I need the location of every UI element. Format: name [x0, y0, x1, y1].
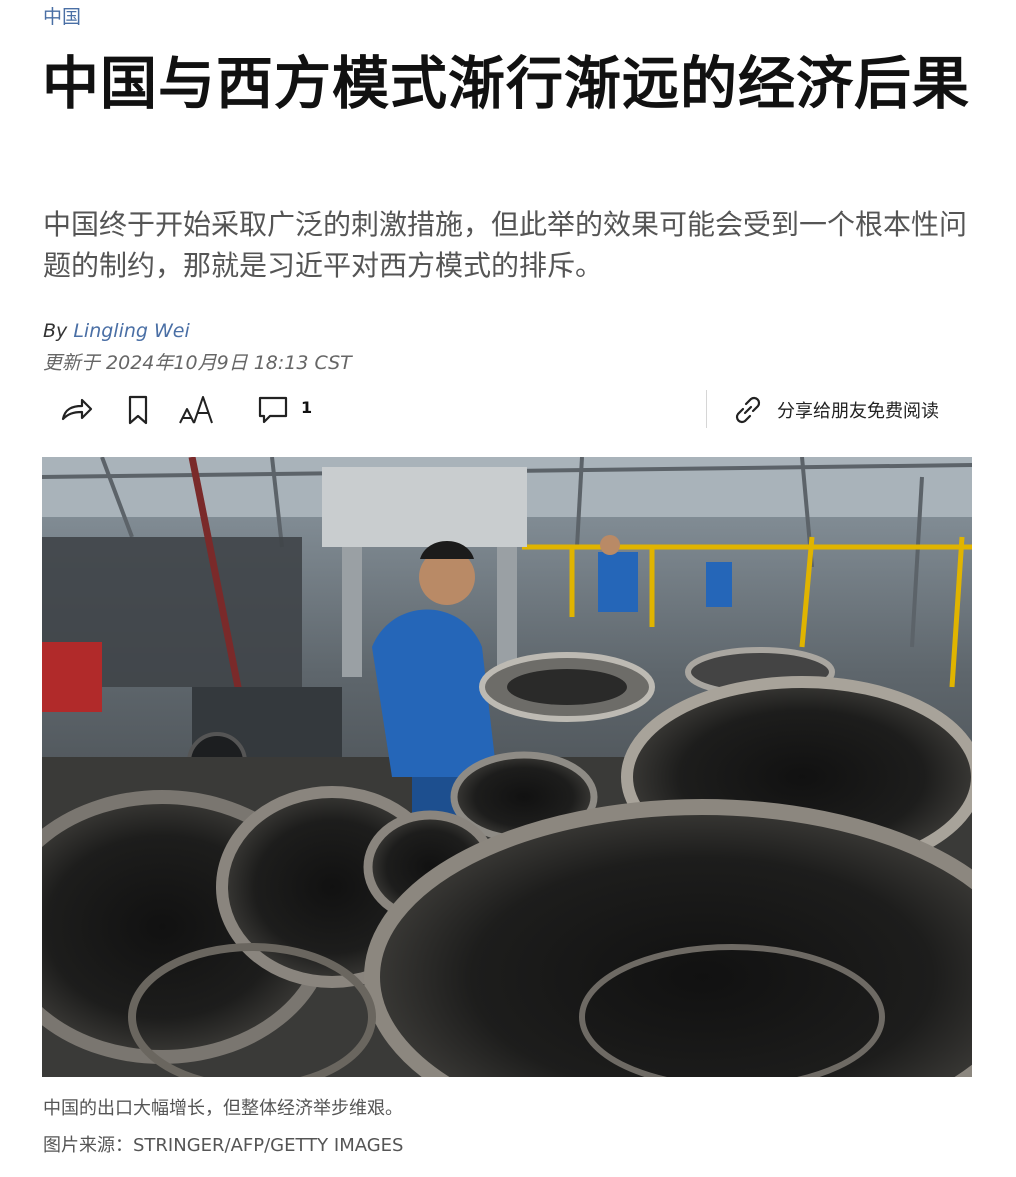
gift-article-button[interactable]: 分享给朋友免费阅读	[731, 390, 939, 430]
article-dek: 中国终于开始采取广泛的刺激措施，但此举的效果可能会受到一个根本性问题的制约，那就…	[43, 208, 968, 282]
image-credit: 图片来源：STRINGER/AFP/GETTY IMAGES	[43, 1135, 404, 1156]
article-page: 中国 中国与西方模式渐行渐远的经济后果 中国终于开始采取广泛的刺激措施，但此举的…	[0, 0, 1016, 1177]
headline: 中国与西方模式渐行渐远的经济后果	[42, 51, 970, 117]
section-link[interactable]: 中国	[43, 2, 81, 29]
byline-prefix: By	[43, 320, 68, 342]
timestamp: 更新于 2024年10月9日 18:13 CST	[43, 352, 352, 374]
gift-article-label: 分享给朋友免费阅读	[777, 401, 939, 422]
comment-bubble-icon[interactable]	[253, 390, 293, 430]
toolbar-divider	[706, 390, 707, 428]
article-toolbar: 1 分享给朋友免费阅读	[43, 386, 973, 432]
hero-image	[42, 457, 972, 1077]
comment-count[interactable]: 1	[301, 398, 312, 417]
bookmark-icon[interactable]	[118, 390, 158, 430]
share-arrow-icon[interactable]	[57, 390, 97, 430]
factory-photo	[42, 457, 972, 1077]
link-icon	[735, 396, 761, 424]
text-size-icon[interactable]	[177, 390, 217, 430]
image-caption: 中国的出口大幅增长，但整体经济举步维艰。	[43, 1098, 403, 1119]
byline: By Lingling Wei	[43, 320, 190, 342]
author-link[interactable]: Lingling Wei	[73, 320, 189, 342]
